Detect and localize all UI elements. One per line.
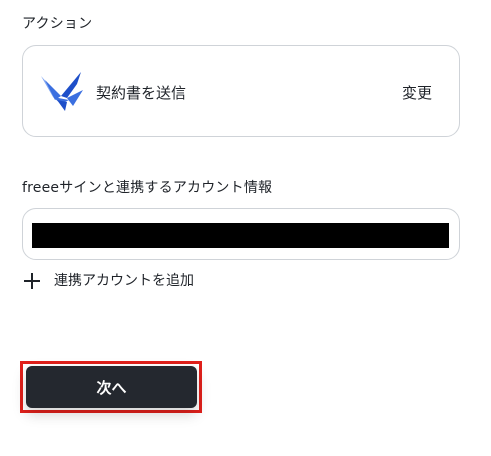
action-section-label: アクション: [22, 16, 93, 32]
action-card: 契約書を送信 変更: [22, 45, 460, 137]
change-action-link[interactable]: 変更: [402, 82, 432, 103]
account-section-label: freeeサインと連携するアカウント情報: [22, 180, 273, 196]
next-button[interactable]: 次へ: [26, 366, 197, 408]
plus-icon: [24, 273, 40, 289]
add-linked-account-link[interactable]: 連携アカウントを追加: [24, 268, 194, 292]
action-name: 契約書を送信: [96, 84, 187, 102]
freee-sign-icon: [41, 72, 83, 111]
account-select[interactable]: [22, 208, 460, 260]
account-value-redacted: [32, 223, 449, 248]
add-linked-account-label: 連携アカウントを追加: [54, 273, 194, 289]
